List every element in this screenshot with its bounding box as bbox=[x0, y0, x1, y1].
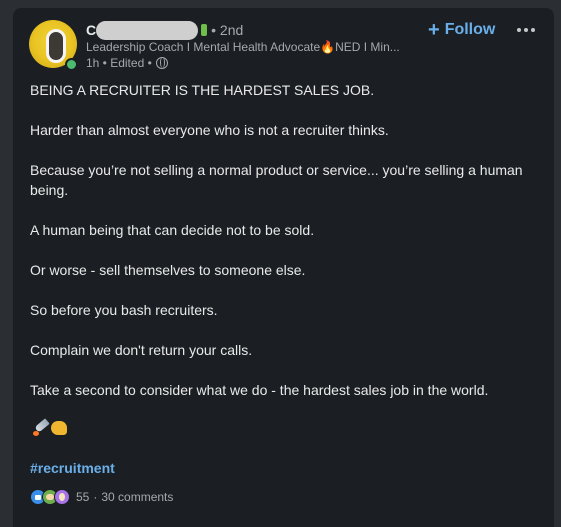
redacted-name-blur bbox=[96, 20, 199, 40]
connection-degree: • 2nd bbox=[211, 22, 244, 38]
follow-button[interactable]: + Follow bbox=[428, 18, 495, 42]
post-body: BEING A RECRUITER IS THE HARDEST SALES J… bbox=[30, 80, 530, 420]
post-paragraph: Harder than almost everyone who is not a… bbox=[30, 122, 389, 138]
globe-icon bbox=[155, 57, 168, 69]
reactions-summary[interactable] bbox=[30, 489, 70, 505]
badge-icon bbox=[201, 24, 208, 36]
post-paragraph: A human being that can decide not to be … bbox=[30, 222, 315, 238]
author-headline: Leadership Coach I Mental Health Advocat… bbox=[86, 40, 400, 54]
insightful-icon bbox=[54, 489, 70, 505]
comments-link[interactable]: 30 comments bbox=[101, 490, 173, 504]
separator: · bbox=[93, 490, 98, 504]
post-paragraph: Or worse - sell themselves to someone el… bbox=[30, 262, 306, 278]
hashtag-link[interactable]: #recruitment bbox=[30, 460, 115, 476]
post-paragraph: So before you bash recruiters. bbox=[30, 302, 218, 318]
dot-icon bbox=[517, 28, 521, 32]
dot-icon bbox=[524, 28, 528, 32]
more-options-button[interactable] bbox=[513, 18, 539, 42]
dot-icon bbox=[531, 28, 535, 32]
author-avatar[interactable] bbox=[29, 20, 79, 71]
reaction-count[interactable]: 55 bbox=[76, 490, 89, 504]
post-paragraph: BEING A RECRUITER IS THE HARDEST SALES J… bbox=[30, 82, 375, 98]
author-name-line: C • 2nd bbox=[86, 20, 243, 40]
post-paragraph: Complain we don't return your calls. bbox=[30, 342, 253, 358]
follow-label: Follow bbox=[444, 21, 496, 38]
post-meta: 1h • Edited • bbox=[86, 56, 168, 70]
plus-icon: + bbox=[428, 19, 440, 41]
rocket-icon bbox=[32, 418, 50, 438]
post-paragraph: Take a second to consider what we do - t… bbox=[30, 382, 489, 398]
post-paragraph: Because you’re not selling a normal prod… bbox=[30, 162, 523, 198]
author-name[interactable]: C bbox=[86, 22, 96, 38]
avatar-figure bbox=[46, 29, 66, 63]
emoji-row bbox=[32, 418, 68, 442]
social-counts: 55 · 30 comments bbox=[30, 488, 173, 506]
feed-post-card: C • 2nd Leadership Coach I Mental Health… bbox=[13, 8, 554, 527]
post-time: 1h • Edited • bbox=[86, 56, 152, 70]
flexed-biceps-icon bbox=[50, 418, 68, 438]
online-status-icon bbox=[65, 58, 78, 71]
